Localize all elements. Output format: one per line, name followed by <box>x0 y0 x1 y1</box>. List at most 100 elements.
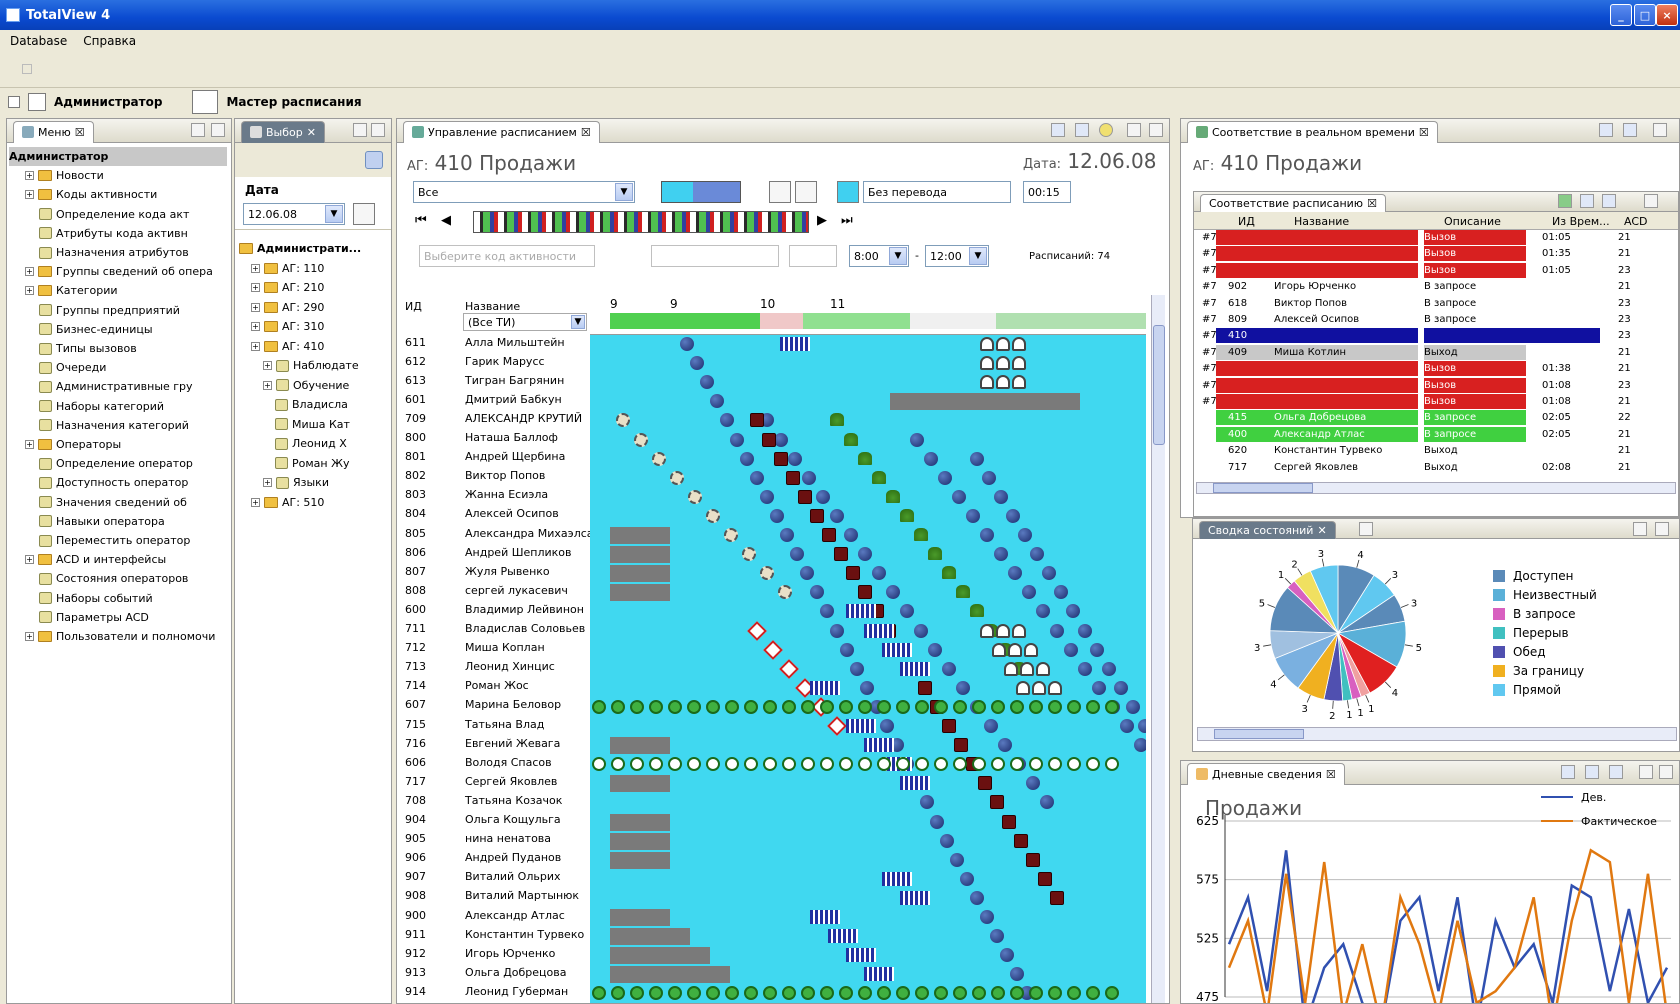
select-tree-item[interactable]: + Наблюдате <box>263 356 359 375</box>
calendar-icon[interactable] <box>353 203 375 225</box>
scroll-thumb[interactable] <box>1153 325 1165 445</box>
menu-tree-item[interactable]: Бизнес-единицы <box>39 320 153 339</box>
agent-name[interactable]: Тигран Багрянин <box>465 371 564 389</box>
last-page-icon[interactable]: ⏭ <box>841 213 853 228</box>
adherence-row[interactable]: #7 809 Алексей Осипов В запросе 23 <box>1198 312 1674 327</box>
col-id-header[interactable]: ИД <box>1238 215 1255 228</box>
expand-icon[interactable]: + <box>25 190 34 200</box>
maximize-view-icon[interactable] <box>1655 522 1669 536</box>
agent-name[interactable]: нина ненатова <box>465 830 551 848</box>
adherence-row[interactable]: #7 Вызов 01:38 21 <box>1198 361 1674 377</box>
expand-icon[interactable]: + <box>251 322 260 331</box>
select-tree-item[interactable]: + АГ: 410 <box>251 337 324 356</box>
tab-select[interactable]: Выбор ✕ <box>241 120 325 143</box>
adherence-row[interactable]: #7 Вызов 01:05 23 <box>1198 262 1674 278</box>
agent-name[interactable]: Леонид Губерман <box>465 982 568 1000</box>
select-tree-item[interactable]: + АГ: 310 <box>251 317 324 336</box>
adherence-row[interactable]: 415 Ольга Добрецова В запросе 02:05 22 <box>1198 410 1674 426</box>
expand-icon[interactable]: + <box>25 171 34 181</box>
select-tree-item[interactable]: Леонид Х <box>275 434 347 453</box>
scroll-thumb[interactable] <box>1213 483 1313 493</box>
adherence-row[interactable]: 620 Константин Турвеко Выход 21 <box>1198 443 1674 458</box>
expand-icon[interactable]: + <box>25 555 34 565</box>
expand-icon[interactable]: + <box>25 267 34 277</box>
agent-name[interactable]: сергей лукасевич <box>465 581 568 599</box>
print-icon[interactable] <box>1075 123 1089 137</box>
filter-icon[interactable] <box>1558 194 1572 208</box>
save-icon[interactable] <box>1580 194 1594 208</box>
col-name-header[interactable]: Название <box>1294 215 1349 228</box>
save-icon[interactable] <box>1051 123 1065 137</box>
agent-name[interactable]: Александра Михаэлса <box>465 524 594 542</box>
tab-schedule-adherence[interactable]: Соответствие расписанию ☒ <box>1200 193 1386 212</box>
adherence-row[interactable]: 400 Александр Атлас В запросе 02:05 21 <box>1198 426 1674 442</box>
menu-tree-item[interactable]: + Коды активности <box>25 185 157 204</box>
expand-icon[interactable]: + <box>251 263 260 273</box>
menu-tree-item[interactable]: + Группы сведений об опера <box>25 262 213 281</box>
menu-database[interactable]: Database <box>10 34 67 48</box>
select-tree-item[interactable]: Владисла <box>275 395 348 414</box>
save-icon[interactable] <box>1599 123 1613 137</box>
adherence-row[interactable]: #7 409 Миша Котлин Выход 21 <box>1198 344 1674 360</box>
expand-icon[interactable]: + <box>263 478 272 487</box>
agent-name[interactable]: Сергей Яковлев <box>465 772 557 790</box>
state-pie-chart[interactable]: 4335411123435123 <box>1233 543 1443 723</box>
first-page-icon[interactable]: ⏮ <box>415 213 427 228</box>
prev-icon[interactable]: ◀ <box>441 213 451 228</box>
adherence-row[interactable]: #7 618 Виктор Попов В запросе 23 <box>1198 296 1674 311</box>
agent-name[interactable]: Жанна Есиэла <box>465 486 548 504</box>
admin-perspective-icon[interactable] <box>28 93 46 111</box>
adherence-row[interactable]: #7 902 Игорь Юрченко В запросе 21 <box>1198 279 1674 294</box>
agent-name[interactable]: Наташа Баллоф <box>465 429 558 447</box>
schedule-timeline[interactable] <box>590 335 1146 1003</box>
agent-name[interactable]: Алексей Осипов <box>465 505 559 523</box>
agent-name[interactable]: Дмитрий Бабкун <box>465 390 562 408</box>
chart-icon[interactable] <box>1561 765 1575 779</box>
perspective-admin[interactable]: Администратор <box>54 95 162 109</box>
perspective-schedule-master[interactable]: Мастер расписания <box>226 95 361 109</box>
select-tree-item[interactable]: Администрати... <box>239 239 361 258</box>
minimize-button[interactable]: _ <box>1610 4 1632 26</box>
select-tree-item[interactable]: + АГ: 290 <box>251 298 324 317</box>
adherence-row[interactable]: #7 Вызов 01:08 23 <box>1198 377 1674 393</box>
minimize-view-icon[interactable] <box>191 123 205 137</box>
maximize-view-icon[interactable] <box>211 123 225 137</box>
chevron-down-icon[interactable]: ▼ <box>571 315 585 329</box>
col-time-header[interactable]: Из Врем... <box>1552 215 1610 228</box>
expand-icon[interactable]: + <box>25 286 34 296</box>
menu-tree-item[interactable]: + Пользователи и полномочи <box>25 627 215 646</box>
menu-tree-item[interactable]: Состояния операторов <box>39 569 188 588</box>
menu-tree-item[interactable]: Атрибуты кода активн <box>39 224 188 243</box>
agent-name[interactable]: Владислав Соловьев <box>465 620 585 638</box>
menu-tree-item[interactable]: Навыки оператора <box>39 512 165 531</box>
menu-tree-item[interactable]: Наборы событий <box>39 589 153 608</box>
adherence-hscroll[interactable] <box>1196 482 1676 494</box>
agent-name[interactable]: Александр Атлас <box>465 906 565 924</box>
agent-name[interactable]: Андрей Шепликов <box>465 543 571 561</box>
from-time-combo[interactable]: 8:00 ▼ <box>849 245 909 267</box>
expand-icon[interactable]: + <box>263 361 272 370</box>
agent-name[interactable]: Леонид Хинцис <box>465 658 555 676</box>
color-legend-icon[interactable] <box>661 181 741 203</box>
expand-icon[interactable]: + <box>251 283 260 292</box>
maximize-view-icon[interactable] <box>371 123 385 137</box>
save-icon[interactable] <box>1585 765 1599 779</box>
select-tree-item[interactable]: + Языки <box>263 473 329 492</box>
menu-tree-item[interactable]: Назначения атрибутов <box>39 243 189 262</box>
transfer-field[interactable]: Без перевода <box>863 181 1011 203</box>
select-tree-item[interactable]: Миша Кат <box>275 415 350 434</box>
end-field[interactable] <box>789 245 837 267</box>
chevron-down-icon[interactable]: ▼ <box>615 183 633 201</box>
refresh-icon[interactable] <box>365 151 383 169</box>
expand-icon[interactable]: + <box>25 632 34 641</box>
person-icon[interactable] <box>795 181 817 203</box>
select-tree-item[interactable]: + АГ: 210 <box>251 278 324 297</box>
menu-tree-item[interactable]: Доступность оператор <box>39 473 188 492</box>
agent-name[interactable]: Виктор Попов <box>465 467 545 485</box>
chevron-down-icon[interactable]: ▼ <box>889 247 907 265</box>
expand-icon[interactable]: + <box>263 380 272 390</box>
duration-field[interactable]: 00:15 <box>1023 181 1071 203</box>
adherence-row[interactable]: #7 Вызов 01:35 21 <box>1198 246 1674 262</box>
agent-name[interactable]: Константин Турвеко <box>465 925 584 943</box>
minimize-view-icon[interactable] <box>1644 194 1658 208</box>
